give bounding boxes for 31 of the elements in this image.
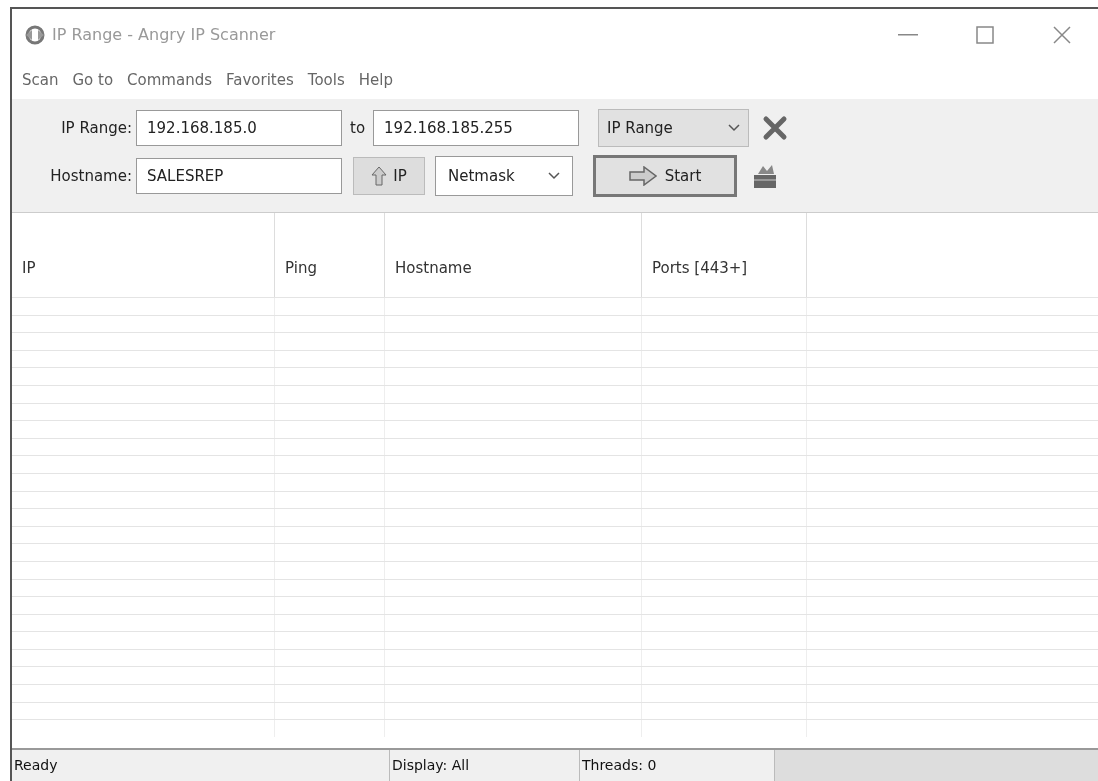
column-header[interactable]: IP [12,213,275,297]
right-arrow-icon [628,166,657,186]
menu-item[interactable]: Tools [307,68,345,92]
range-label: IP Range: [60,117,133,139]
range-start-field[interactable]: 192.168.185.0 [136,110,342,146]
app-icon [24,25,46,45]
maximize-icon [976,26,994,44]
menu-item[interactable]: Go to [72,68,114,92]
netmask-dropdown[interactable]: Netmask [435,156,573,196]
start-button[interactable]: Start [593,155,737,197]
minimize-icon [898,34,918,36]
ip-up-button[interactable]: IP [353,157,425,195]
menu-item[interactable]: Favorites [226,68,294,92]
caret-icon [728,124,741,132]
window-title: IP Range - Angry IP Scanner [52,24,276,46]
column-header[interactable]: Ping [275,213,385,297]
menu-item[interactable]: Scan [22,68,59,92]
close-icon [1053,26,1071,44]
menu-item[interactable]: Commands [127,68,213,92]
to-label: to [349,117,367,139]
column-header[interactable]: Ports [443+] [642,213,807,297]
feeder-dropdown[interactable]: IP Range [598,109,750,147]
hostname-field[interactable]: SALESREP [136,158,342,194]
caret-icon [548,172,560,180]
up-arrow-icon [371,166,388,186]
range-end-field[interactable]: 192.168.185.255 [373,110,580,146]
column-header[interactable]: Hostname [385,213,642,297]
status-text: Display: All [390,750,580,781]
menu-item[interactable]: Help [358,68,393,92]
hostname-label: Hostname: [49,165,133,187]
status-text: Ready [12,750,390,781]
